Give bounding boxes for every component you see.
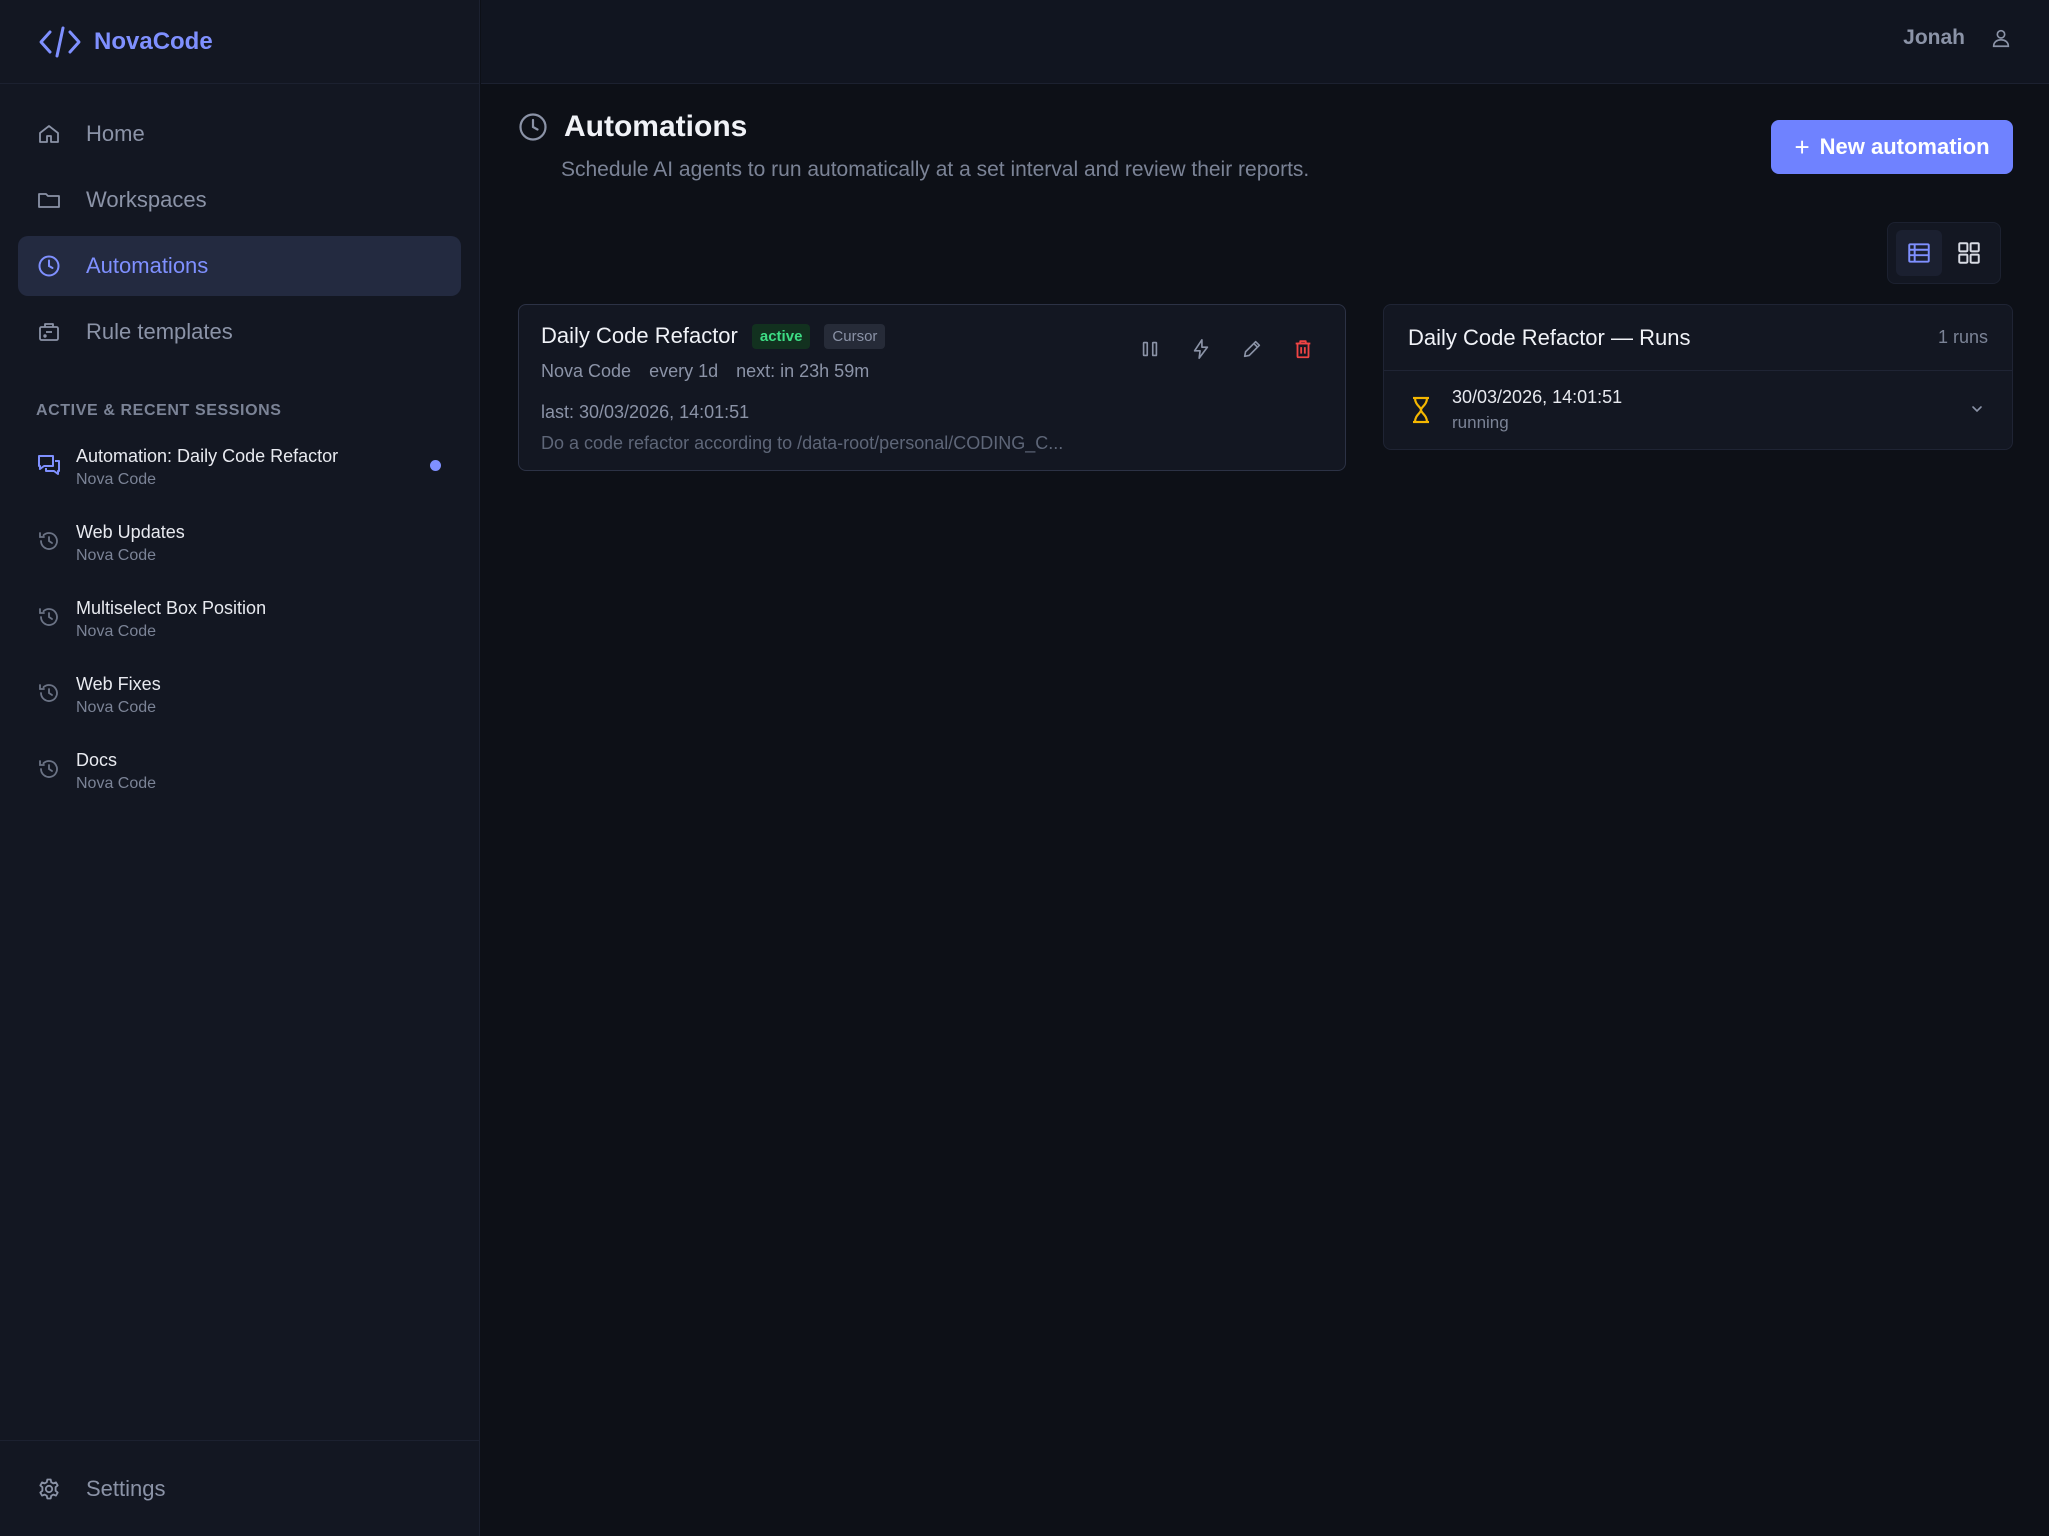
session-list: Automation: Daily Code Refactor Nova Cod… [0,438,479,818]
hourglass-icon [1408,395,1434,425]
nav-item-home[interactable]: Home [18,104,461,164]
automation-interval: every 1d [649,361,719,381]
session-item[interactable]: Automation: Daily Code Refactor Nova Cod… [0,438,479,514]
session-item[interactable]: Web Fixes Nova Code [0,666,479,742]
nav-item-label: Automations [86,253,209,278]
new-automation-button[interactable]: + New automation [1771,120,2013,174]
automation-next-run: next: in 23h 59m [736,361,870,381]
run-row[interactable]: 30/03/2026, 14:01:51 running [1384,371,2012,449]
automation-description: Do a code refactor according to /data-ro… [541,433,1064,453]
clock-icon [36,253,62,279]
history-icon [36,528,62,554]
user-name: Jonah [1903,26,1965,49]
chat-icon [36,452,62,478]
nav-item-label: Workspaces [86,187,207,212]
status-badge: active [751,323,811,349]
delete-button[interactable] [1285,331,1321,367]
card-actions [1117,331,1321,367]
automation-card[interactable]: Daily Code Refactor active Cursor Nova C… [518,304,1346,471]
view-toggle [1887,222,2001,284]
delete-icon [1295,340,1311,359]
nav-item-automations[interactable]: Automations [18,236,461,296]
session-workspace: Nova Code [76,623,157,640]
run-status: running [1452,413,1509,432]
history-icon [36,756,62,782]
automation-title: Daily Code Refactor [541,323,738,348]
session-item[interactable]: Docs Nova Code [0,742,479,818]
run-time: 30/03/2026, 14:01:51 [1452,387,1623,407]
session-workspace: Nova Code [76,775,157,792]
gear-icon [36,1476,62,1502]
sessions-section-title: ACTIVE & RECENT SESSIONS [36,402,282,419]
pause-icon [1142,341,1158,357]
session-item[interactable]: Multiselect Box Position Nova Code [0,590,479,666]
settings-button[interactable]: Settings [0,1440,480,1536]
code-logo-icon [39,26,81,57]
nav-item-label: Home [86,121,145,146]
agent-badge: Cursor [824,323,886,349]
chevron-down-icon[interactable] [1966,398,1988,420]
pause-button[interactable] [1132,331,1168,367]
history-icon [36,680,62,706]
page-title: Automations [564,110,748,143]
session-workspace: Nova Code [76,547,157,564]
session-title: Web Fixes [76,674,161,694]
plus-icon: + [1794,131,1810,162]
runs-header: Daily Code Refactor — Runs 1 runs [1384,305,2012,371]
grid-view-button[interactable] [1946,230,1992,276]
main-nav: Home Workspaces Automations Rule templat… [0,84,479,362]
brand[interactable]: NovaCode [0,0,479,84]
grid-view-icon [1958,242,1980,264]
runs-panel: Daily Code Refactor — Runs 1 runs 30/03/… [1383,304,2013,450]
list-view-icon [1908,243,1930,263]
page-header: Automations Schedule AI agents to run au… [518,110,1309,182]
list-view-button[interactable] [1896,230,1942,276]
briefcase-icon [36,319,62,345]
automation-meta: Nova Code every 1d next: in 23h 59m [541,361,887,382]
runs-count: 1 runs [1937,327,1988,347]
nav-item-workspaces[interactable]: Workspaces [18,170,461,230]
runs-title: Daily Code Refactor — Runs [1408,324,1691,350]
new-automation-label: New automation [1819,134,1990,159]
user-menu[interactable]: Jonah [1903,26,2013,50]
nav-item-label: Rule templates [86,319,233,344]
edit-button[interactable] [1234,331,1270,367]
live-indicator-dot [430,460,441,471]
run-now-button[interactable] [1183,331,1219,367]
brand-name: NovaCode [94,27,213,55]
page-subtitle: Schedule AI agents to run automatically … [561,158,1310,181]
automation-last-run: last: 30/03/2026, 14:01:51 [541,402,750,422]
history-icon [36,604,62,630]
top-bar: Jonah [481,0,2049,84]
user-icon [1989,26,2013,50]
session-title: Automation: Daily Code Refactor [76,446,339,466]
automation-workspace: Nova Code [541,361,632,381]
folder-icon [36,187,62,213]
run-now-icon [1193,339,1209,359]
sidebar: NovaCode Home Workspaces Automations Rul… [0,0,480,1536]
session-workspace: Nova Code [76,699,157,716]
clock-icon [519,113,547,141]
session-workspace: Nova Code [76,471,157,488]
session-title: Docs [76,750,118,770]
session-title: Multiselect Box Position [76,598,267,618]
edit-icon [1243,340,1261,358]
nav-item-rule-templates[interactable]: Rule templates [18,302,461,362]
home-icon [36,121,62,147]
session-title: Web Updates [76,522,185,542]
settings-label: Settings [86,1475,166,1501]
session-item[interactable]: Web Updates Nova Code [0,514,479,590]
